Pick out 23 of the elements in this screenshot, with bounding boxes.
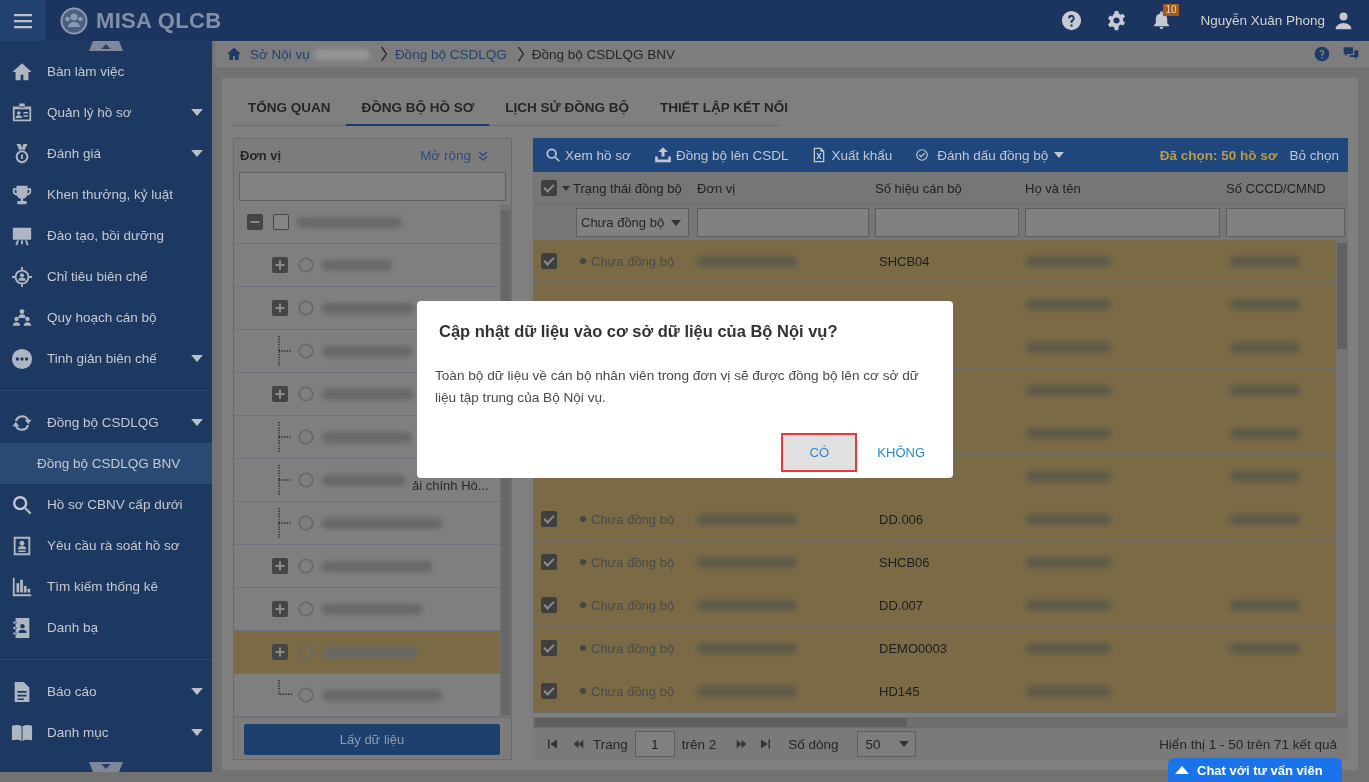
dialog-message: Toàn bộ dữ liệu về cán bộ nhân viên trong đơn vị sẽ được đồng bộ lên cơ sở dữ liệu tập trung của Bộ Nội vụ.: [435, 367, 920, 407]
table-cell: HD145: [879, 683, 920, 699]
pager-label: Số dòng: [788, 736, 839, 752]
breadcrumb-item: Đồng bộ CSDLQG BNV: [531, 46, 675, 62]
notification-badge: 10: [1163, 4, 1179, 16]
pager-summary: Hiển thị 1 - 50 trên 71 kết quả: [1159, 736, 1337, 752]
table-cell: SHCB04: [879, 253, 930, 269]
dialog-title: Cập nhật dữ liệu vào cơ sở dữ liệu của Bộ Nội vụ?: [439, 321, 839, 342]
column-header: Số CCCD/CMND: [1226, 180, 1326, 196]
column-header: Họ và tên: [1025, 180, 1081, 196]
app-name: MISA QLCB: [96, 7, 222, 34]
table-cell: DD.007: [879, 597, 924, 613]
selection-count: Đã chọn: 50 hồ sơ: [1159, 147, 1278, 163]
table-cell: SHCB06: [879, 554, 930, 570]
column-header: Số hiệu cán bộ: [875, 180, 962, 196]
table-cell: DD.006: [879, 511, 924, 527]
column-header: Đơn vị: [240, 148, 282, 163]
column-header: Đơn vị: [697, 180, 736, 196]
tree-item-label: ải chính Hò...: [412, 478, 489, 493]
pager-label: Trang: [593, 736, 628, 752]
table-cell: DEMO0003: [879, 640, 947, 656]
column-header: Trạng thái đồng bộ: [573, 180, 682, 196]
pager-label: trên 2: [681, 736, 717, 752]
